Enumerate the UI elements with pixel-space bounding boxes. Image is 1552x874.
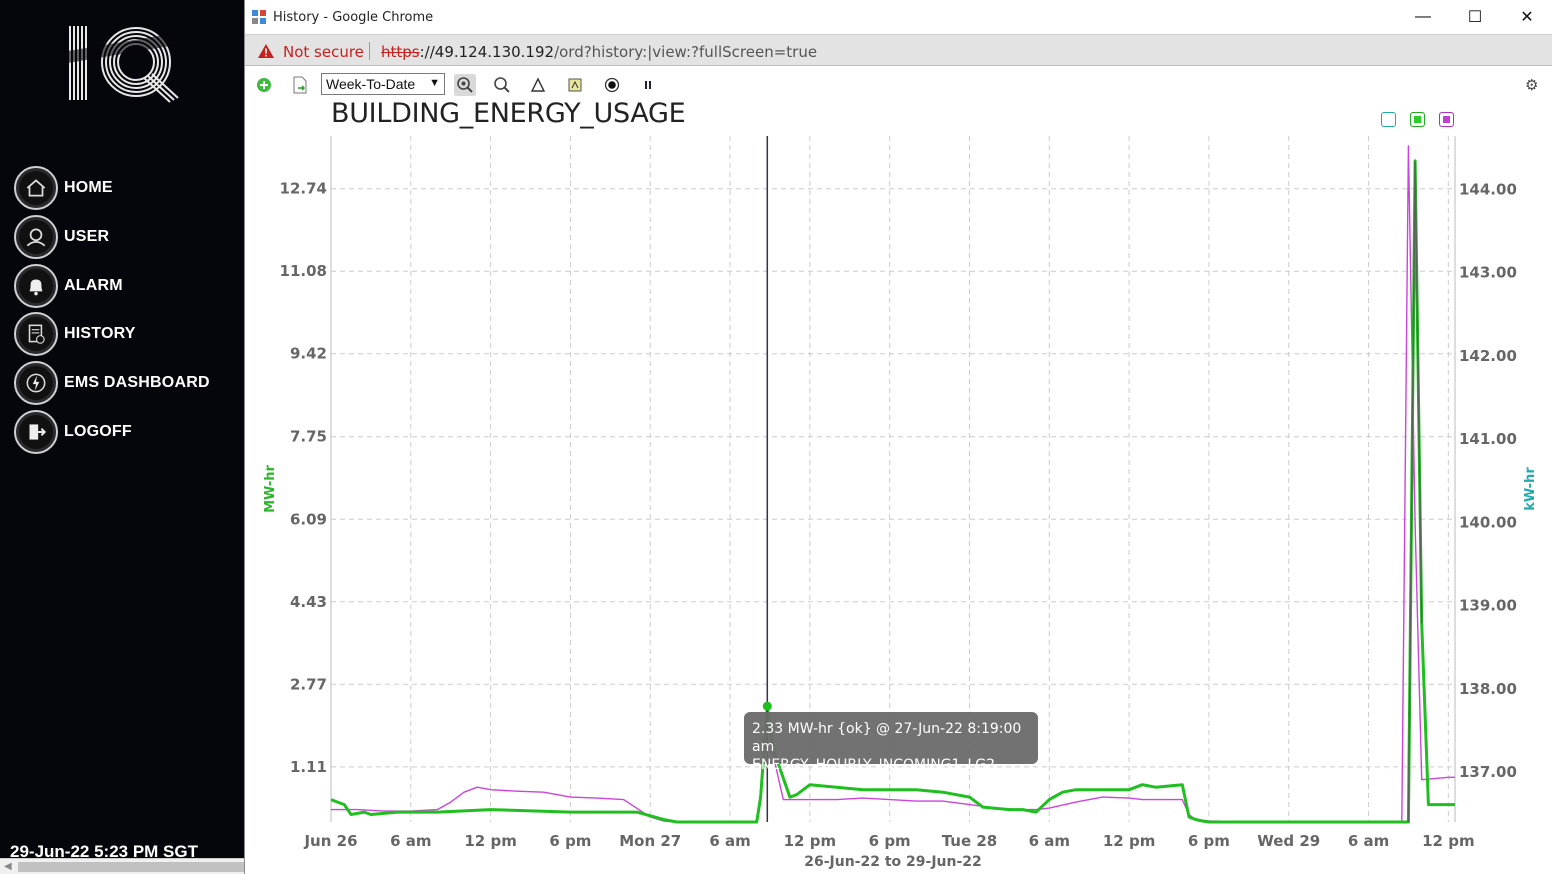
- nav-history[interactable]: HISTORY: [14, 312, 136, 356]
- x-tick-label: 12 pm: [784, 832, 836, 850]
- nav-alarm-label: ALARM: [64, 277, 123, 294]
- x-tick-label: 6 pm: [549, 832, 591, 850]
- user-icon: [14, 215, 58, 259]
- right-axis-ticks: 144.00 143.00 142.00 141.00 140.00 139.00 138.…: [1459, 180, 1517, 781]
- left-tick-label: 9.42: [290, 345, 327, 363]
- nav-ems-dashboard-label: EMS DASHBOARD: [64, 374, 210, 391]
- left-tick-label: 1.11: [290, 758, 327, 776]
- logoff-icon: [14, 410, 58, 454]
- x-tick-label: Wed 29: [1257, 832, 1320, 850]
- nav-home[interactable]: HOME: [14, 166, 113, 210]
- x-tick-label: Mon 27: [619, 832, 681, 850]
- x-tick-label: 6 am: [709, 832, 750, 850]
- left-tick-label: 2.77: [290, 675, 327, 693]
- data-tooltip: 2.33 MW-hr {ok} @ 27-Jun-22 8:19:00 am E…: [744, 712, 1038, 773]
- x-axis-ticks: Jun 26 6 am 12 pm 6 pm Mon 27 6 am 12 pm 6 pm Tu…: [303, 832, 1474, 850]
- iq-logo: [62, 26, 182, 103]
- x-tick-label: 6 am: [1348, 832, 1389, 850]
- left-tick-label: 11.08: [280, 262, 327, 280]
- home-icon: [14, 166, 58, 210]
- nav-home-label: HOME: [64, 179, 113, 196]
- nav-logoff[interactable]: LOGOFF: [14, 410, 132, 454]
- sidebar-clock: 29-Jun-22 5:23 PM SGT: [10, 842, 199, 858]
- right-axis-title: kW-hr: [1523, 467, 1538, 511]
- energy-icon: [14, 361, 58, 405]
- left-tick-label: 6.09: [290, 510, 327, 528]
- cursor-point: [762, 701, 772, 711]
- x-tick-label: 6 am: [390, 832, 431, 850]
- x-tick-label: 12 pm: [464, 832, 516, 850]
- tooltip-value: 2.33 MW-hr {ok} @ 27-Jun-22 8:19:00 am: [752, 721, 1022, 755]
- right-tick-label: 138.00: [1459, 680, 1517, 698]
- right-tick-label: 144.00: [1459, 180, 1517, 198]
- left-tick-label: 4.43: [290, 593, 327, 611]
- nav-logoff-label: LOGOFF: [64, 423, 132, 440]
- bell-icon: [14, 264, 58, 308]
- x-tick-label: 12 pm: [1422, 832, 1474, 850]
- tooltip-series: ENERGY_HOURLY_INCOMING1_LG2: [752, 757, 995, 773]
- nav-user-label: USER: [64, 228, 110, 245]
- x-tick-label: Tue 28: [942, 832, 998, 850]
- left-tick-label: 12.74: [280, 180, 327, 198]
- x-tick-label: Jun 26: [303, 832, 357, 850]
- nav-history-label: HISTORY: [64, 325, 136, 342]
- x-tick-label: 12 pm: [1103, 832, 1155, 850]
- right-tick-label: 142.00: [1459, 347, 1517, 365]
- right-tick-label: 139.00: [1459, 597, 1517, 615]
- left-tick-label: 7.75: [290, 428, 327, 446]
- scroll-left-icon[interactable]: ◀: [4, 861, 12, 872]
- x-range-label: 26-Jun-22 to 29-Jun-22: [804, 854, 982, 870]
- x-tick-label: 6 pm: [1188, 832, 1230, 850]
- left-axis-title: MW-hr: [263, 465, 278, 513]
- scroll-thumb[interactable]: [18, 862, 244, 872]
- right-tick-label: 140.00: [1459, 513, 1517, 531]
- history-icon: [14, 312, 58, 356]
- nav-user[interactable]: USER: [14, 215, 109, 259]
- right-tick-label: 137.00: [1459, 763, 1517, 781]
- sidebar-scrollbar[interactable]: ◀: [0, 858, 244, 874]
- left-axis-ticks: 12.74 11.08 9.42 7.75 6.09 4.43 2.77 1.11: [280, 180, 327, 776]
- nav-alarm[interactable]: ALARM: [14, 264, 123, 308]
- app-sidebar: HOME USER ALARM HISTORY EMS DASHBOARD LO…: [0, 0, 244, 874]
- right-tick-label: 141.00: [1459, 430, 1517, 448]
- right-tick-label: 143.00: [1459, 264, 1517, 282]
- nav-ems-dashboard[interactable]: EMS DASHBOARD: [14, 361, 210, 405]
- x-tick-label: 6 am: [1029, 832, 1070, 850]
- x-tick-label: 6 pm: [869, 832, 911, 850]
- chrome-window: History - Google Chrome — ☐ ✕ Not secure…: [244, 0, 1552, 874]
